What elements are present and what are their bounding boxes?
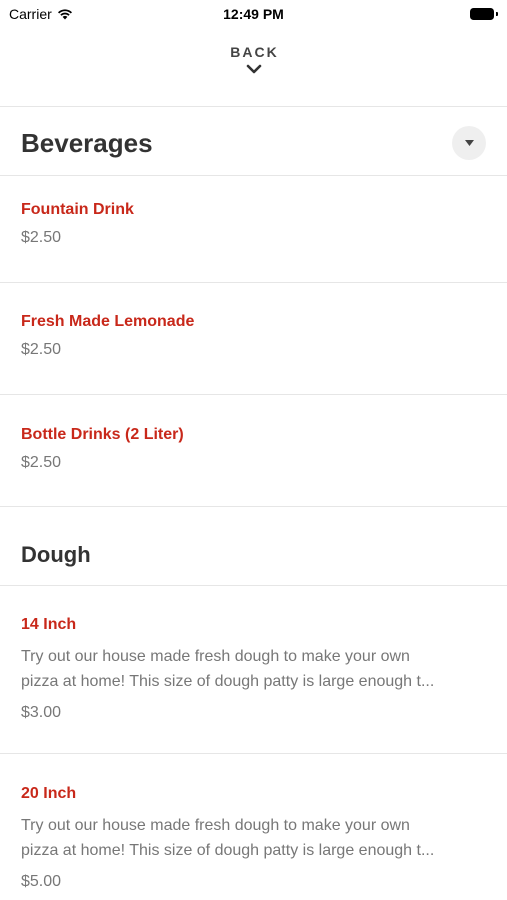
status-time: 12:49 PM bbox=[223, 6, 284, 22]
section-header-dough: Dough bbox=[21, 538, 486, 572]
divider bbox=[0, 506, 507, 507]
battery-icon bbox=[470, 8, 498, 20]
item-name: Fountain Drink bbox=[21, 201, 134, 218]
menu-item-fresh-made-lemonade[interactable]: Fresh Made Lemonade $2.50 bbox=[21, 313, 486, 359]
item-description-line: pizza at home! This size of dough patty … bbox=[21, 842, 435, 859]
item-name: 14 Inch bbox=[21, 616, 77, 633]
status-bar: Carrier 12:49 PM bbox=[0, 0, 507, 28]
item-price: $5.00 bbox=[21, 873, 62, 890]
divider bbox=[0, 106, 507, 107]
collapse-button[interactable] bbox=[452, 126, 486, 160]
item-description-line: Try out our house made fresh dough to ma… bbox=[21, 817, 410, 834]
divider bbox=[0, 175, 507, 176]
menu-item-bottle-drinks[interactable]: Bottle Drinks (2 Liter) $2.50 bbox=[21, 426, 486, 472]
menu-item-14-inch[interactable]: 14 Inch Try out our house made fresh dou… bbox=[21, 616, 486, 722]
menu-item-fountain-drink[interactable]: Fountain Drink $2.50 bbox=[21, 201, 486, 247]
item-description: Try out our house made fresh dough to ma… bbox=[21, 644, 486, 694]
menu-item-20-inch[interactable]: 20 Inch Try out our house made fresh dou… bbox=[21, 785, 486, 891]
item-description: Try out our house made fresh dough to ma… bbox=[21, 813, 486, 863]
back-label: BACK bbox=[230, 44, 279, 60]
divider bbox=[0, 585, 507, 586]
divider bbox=[0, 394, 507, 395]
divider bbox=[0, 282, 507, 283]
item-description-line: pizza at home! This size of dough patty … bbox=[21, 673, 435, 690]
chevron-down-icon bbox=[246, 64, 261, 74]
section-title: Beverages bbox=[21, 127, 153, 158]
item-price: $2.50 bbox=[21, 341, 62, 358]
section-title: Dough bbox=[21, 542, 91, 567]
item-price: $2.50 bbox=[21, 454, 62, 471]
back-button[interactable]: BACK bbox=[0, 44, 507, 94]
item-description-line: Try out our house made fresh dough to ma… bbox=[21, 648, 410, 665]
item-price: $3.00 bbox=[21, 704, 62, 721]
item-price: $2.50 bbox=[21, 229, 62, 246]
divider bbox=[0, 753, 507, 754]
item-name: Fresh Made Lemonade bbox=[21, 313, 195, 330]
item-name: Bottle Drinks (2 Liter) bbox=[21, 426, 184, 443]
item-name: 20 Inch bbox=[21, 785, 77, 802]
caret-down-icon bbox=[464, 140, 474, 146]
section-header-beverages: Beverages bbox=[21, 123, 486, 163]
